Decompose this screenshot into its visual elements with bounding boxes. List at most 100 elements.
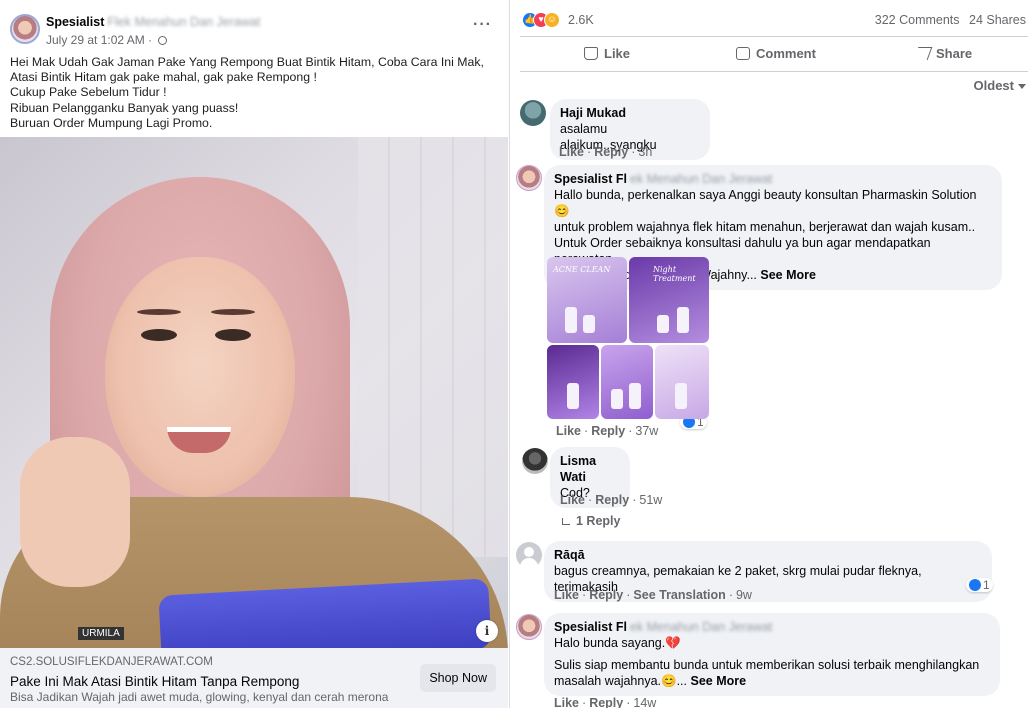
- comment-reply-link[interactable]: Reply: [594, 145, 628, 159]
- eyebrow: [211, 309, 255, 315]
- comment-icon: [736, 47, 750, 60]
- reaction-count[interactable]: 2.6K: [568, 13, 594, 27]
- share-icon: [913, 47, 933, 60]
- post-time-text[interactable]: July 29 at 1:02 AM ·: [46, 33, 155, 47]
- post-stats: 322 Comments 24 Shares: [875, 13, 1026, 27]
- post-header: Spesialist Flek Menahun Dan Jerawat July …: [10, 12, 500, 52]
- comment-text-line: Hallo bunda, perkenalkan saya Anggi beau…: [554, 188, 977, 218]
- product-label: Night Treatment: [653, 265, 696, 283]
- comment-time[interactable]: 51w: [639, 493, 662, 507]
- see-more-link[interactable]: See More: [690, 674, 746, 688]
- like-reaction-icon: [969, 579, 981, 591]
- commenter-name-blurred: ek Menahun Dan Jerawat: [629, 620, 773, 634]
- commenter-name[interactable]: Spesialist Fl ek Menahun Dan Jerawat: [554, 619, 990, 635]
- comment-time[interactable]: 14w: [633, 696, 656, 708]
- bottle-shape: [583, 315, 595, 333]
- hand-shape: [20, 437, 130, 587]
- bottle-shape: [567, 383, 579, 409]
- comment-count[interactable]: 322 Comments: [875, 13, 960, 27]
- page-name[interactable]: Spesialist Flek Menahun Dan Jerawat: [46, 15, 260, 29]
- comment-like-link[interactable]: Like: [560, 493, 585, 507]
- bottle-shape: [629, 383, 641, 409]
- avatar[interactable]: [516, 542, 542, 568]
- comment-reaction-count: 1: [983, 578, 990, 592]
- replies-count: 1 Reply: [576, 514, 621, 528]
- background-wall: [358, 137, 508, 557]
- comment-reply-link[interactable]: Reply: [591, 424, 625, 438]
- sort-label: Oldest: [973, 78, 1014, 93]
- post-timestamp[interactable]: July 29 at 1:02 AM ·: [46, 33, 168, 47]
- comment-reply-link[interactable]: Reply: [589, 696, 623, 708]
- comment-like-link[interactable]: Like: [556, 424, 581, 438]
- comment-text-line: Halo bunda sayang.💔: [554, 636, 681, 650]
- commenter-name[interactable]: Lisma Wati: [560, 453, 620, 485]
- commenter-name[interactable]: Spesialist Fl ek Menahun Dan Jerawat: [554, 171, 992, 187]
- product-label: ACNE CLEAN: [553, 265, 611, 274]
- product-image[interactable]: ACNE CLEAN: [547, 257, 627, 343]
- page-avatar[interactable]: [10, 14, 40, 44]
- share-button[interactable]: Share: [913, 46, 972, 61]
- commenter-name[interactable]: Haji Mukad: [560, 105, 700, 121]
- comment-reply-link[interactable]: Reply: [595, 493, 629, 507]
- globe-icon: [158, 36, 168, 45]
- comment-reply-link[interactable]: Reply: [589, 588, 623, 602]
- reply-arrow-icon: [562, 518, 570, 525]
- commenter-name-text[interactable]: Spesialist Fl: [554, 620, 627, 634]
- commenter-name[interactable]: Rāqā: [554, 547, 982, 563]
- comment-like-link[interactable]: Like: [554, 696, 579, 708]
- avatar[interactable]: [522, 448, 548, 474]
- post-text-line: Buruan Order Mumpung Lagi Promo.: [10, 115, 213, 130]
- info-icon[interactable]: i: [476, 620, 498, 642]
- comment-like-link[interactable]: Like: [554, 588, 579, 602]
- ad-description: Bisa Jadikan Wajah jadi awet muda, glowi…: [10, 690, 389, 704]
- ad-url: CS2.SOLUSIFLEKDANJERAWAT.COM: [10, 656, 213, 668]
- thumbs-up-icon: [584, 47, 598, 60]
- bottle-shape: [657, 315, 669, 333]
- commenter-name-text[interactable]: Spesialist Fl: [554, 172, 627, 186]
- comment-like-link[interactable]: Like: [559, 145, 584, 159]
- comment-actions: Like · Reply · See Translation · 9w: [554, 588, 752, 602]
- post-text-line: Ribuan Pelanggan­ku Banyak yang puass!: [10, 100, 239, 115]
- comment-actions: Like · Reply · 37w: [556, 424, 659, 438]
- bottle-shape: [675, 383, 687, 409]
- comment-actions: Like · Reply · 14w: [554, 696, 657, 708]
- bottle-shape: [677, 307, 689, 333]
- like-label: Like: [604, 46, 631, 61]
- see-more-link[interactable]: See More: [760, 268, 816, 282]
- avatar[interactable]: [520, 100, 546, 126]
- share-count[interactable]: 24 Shares: [969, 13, 1026, 27]
- comment-text-line: untuk problem wajahnya flek hitam menahu…: [554, 220, 976, 234]
- more-options-icon[interactable]: ···: [473, 16, 492, 34]
- shop-now-button[interactable]: Shop Now: [420, 664, 496, 692]
- product-image[interactable]: [547, 345, 599, 419]
- product-image[interactable]: Night Treatment: [629, 257, 709, 343]
- comment-reaction-badge[interactable]: 1: [966, 578, 993, 592]
- comment-time[interactable]: 37w: [635, 424, 658, 438]
- comment-button[interactable]: Comment: [736, 46, 816, 61]
- chevron-down-icon: [1018, 84, 1026, 89]
- avatar[interactable]: [516, 614, 542, 640]
- view-replies-link[interactable]: 1 Reply: [562, 514, 620, 528]
- see-translation-link[interactable]: See Translation: [633, 588, 725, 602]
- like-button[interactable]: Like: [584, 46, 630, 61]
- post-text: Hei Mak Udah Gak Jaman Pake Yang Rempong…: [10, 55, 502, 131]
- comment-time[interactable]: 9w: [736, 588, 752, 602]
- page-name-text[interactable]: Spesialist: [46, 15, 104, 29]
- commenter-name-blurred: ek Menahun Dan Jerawat: [629, 172, 773, 186]
- product-image[interactable]: [655, 345, 709, 419]
- eyebrow: [137, 309, 181, 315]
- ad-title[interactable]: Pake Ini Mak Atasi Bintik Hitam Tanpa Re…: [10, 674, 299, 689]
- face-shape: [105, 257, 295, 497]
- comment-image-grid[interactable]: ACNE CLEAN Night Treatment: [547, 257, 709, 419]
- comment-sort-dropdown[interactable]: Oldest: [974, 78, 1026, 93]
- name-tag: URMILA: [78, 627, 124, 640]
- comment-time[interactable]: 3h: [638, 145, 652, 159]
- eye: [215, 329, 251, 341]
- avatar[interactable]: [516, 165, 542, 191]
- post-image[interactable]: URMILA i: [0, 137, 508, 648]
- ad-link-footer[interactable]: CS2.SOLUSIFLEKDANJERAWAT.COM Pake Ini Ma…: [0, 648, 508, 708]
- page-name-blurred: Flek Menahun Dan Jerawat: [107, 15, 261, 29]
- product-image[interactable]: [601, 345, 653, 419]
- comment-bubble: Spesialist Fl ek Menahun Dan Jerawat Halo…: [544, 613, 1000, 696]
- comment-text-tail: masalah wajahnya.😊...: [554, 674, 687, 688]
